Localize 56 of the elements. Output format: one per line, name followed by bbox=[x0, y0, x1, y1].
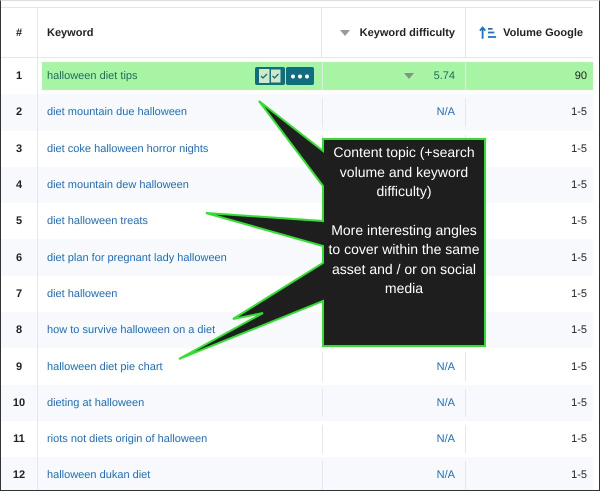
keyword-link[interactable]: halloween dukan diet bbox=[47, 469, 150, 482]
column-header[interactable]: Volume Google bbox=[503, 26, 583, 38]
row-number: 1 bbox=[16, 70, 22, 82]
keyword-link[interactable]: diet halloween treats bbox=[47, 215, 148, 228]
keyword-link[interactable]: diet plan for pregnant lady halloween bbox=[47, 252, 227, 264]
keyword-link[interactable]: how to survive halloween on a diet bbox=[47, 324, 216, 336]
more-button[interactable] bbox=[286, 67, 314, 86]
keyword-link[interactable]: diet mountain due halloween bbox=[47, 106, 188, 118]
row-number: 5 bbox=[16, 215, 22, 228]
callout-text: Content topic (+search volume and keyword difficulty) bbox=[332, 143, 476, 201]
row-number: 6 bbox=[16, 252, 22, 264]
row-number: 12 bbox=[12, 469, 26, 482]
row-number: 3 bbox=[16, 142, 22, 155]
callout-text: More interesting angles to cover within the same asset and / or on social media bbox=[328, 220, 480, 298]
keyword-link[interactable]: dieting at halloween bbox=[47, 396, 144, 409]
selected-row-highlight[interactable]: halloween diet tips 5.74 90 bbox=[42, 62, 593, 90]
keyword-link[interactable]: halloween diet tips bbox=[47, 70, 138, 82]
serp-preview-icon bbox=[259, 69, 281, 84]
volume-value: 90 bbox=[574, 70, 587, 82]
keyword-link[interactable]: diet coke halloween horror nights bbox=[47, 142, 208, 155]
volume-value: 1-5 bbox=[571, 288, 587, 300]
difficulty-value: N/A bbox=[436, 106, 455, 118]
volume-value: 1-5 bbox=[571, 106, 587, 118]
volume-value: 1-5 bbox=[571, 433, 587, 446]
column-header[interactable]: Keyword bbox=[47, 26, 94, 38]
volume-value: 1-5 bbox=[571, 396, 587, 409]
difficulty-value: N/A bbox=[436, 396, 455, 409]
row-number: 8 bbox=[16, 324, 22, 336]
difficulty-value: N/A bbox=[436, 433, 455, 446]
volume-value: 1-5 bbox=[571, 324, 587, 336]
row-number: 9 bbox=[16, 360, 22, 373]
volume-value: 1-5 bbox=[571, 142, 587, 155]
difficulty-value: N/A bbox=[436, 469, 455, 482]
keyword-link[interactable]: diet halloween bbox=[47, 288, 118, 300]
row-number: 10 bbox=[12, 396, 26, 409]
sort-caret-icon[interactable] bbox=[340, 30, 350, 36]
column-header[interactable]: Keyword difficulty bbox=[360, 26, 455, 38]
volume-value: 1-5 bbox=[571, 252, 587, 264]
keyword-link[interactable]: diet mountain dew halloween bbox=[47, 179, 189, 192]
volume-value: 1-5 bbox=[571, 469, 587, 482]
difficulty-value: N/A bbox=[436, 360, 455, 373]
keyword-link[interactable]: riots not diets origin of halloween bbox=[47, 433, 208, 446]
keyword-link[interactable]: halloween diet pie chart bbox=[47, 360, 163, 373]
sort-ascending-icon[interactable] bbox=[479, 26, 498, 39]
row-number: 7 bbox=[16, 288, 22, 300]
row-number: 4 bbox=[16, 179, 22, 192]
volume-value: 1-5 bbox=[571, 179, 587, 192]
row-number: 11 bbox=[13, 433, 25, 446]
row-number: 2 bbox=[16, 106, 22, 118]
volume-value: 1-5 bbox=[571, 360, 587, 373]
caret-icon bbox=[404, 73, 414, 80]
more-icon bbox=[290, 74, 310, 79]
serp-button[interactable] bbox=[255, 67, 285, 86]
column-header: # bbox=[16, 26, 22, 38]
volume-value: 1-5 bbox=[571, 215, 587, 228]
difficulty-value: 5.74 bbox=[434, 70, 455, 82]
